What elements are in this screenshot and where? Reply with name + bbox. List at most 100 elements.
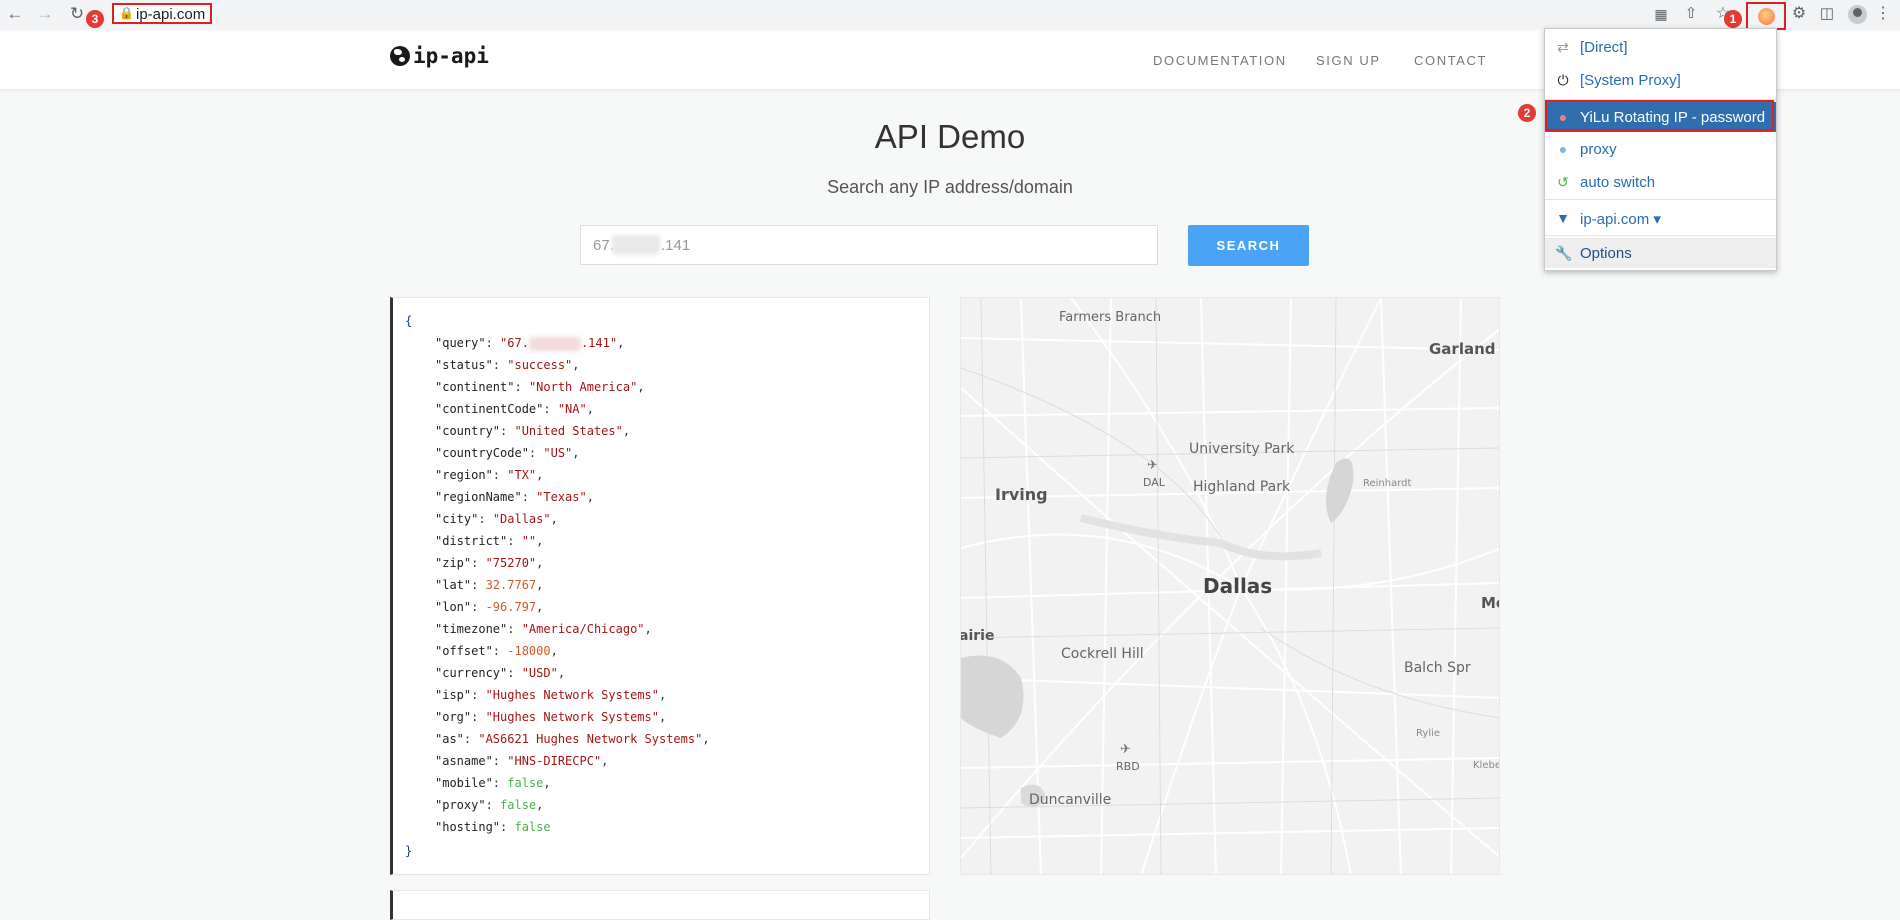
more-menu-icon[interactable]: ⋮: [1872, 3, 1894, 25]
proxy-switcher-popup: ⇄ [Direct] ⏻ [System Proxy] ● YiLu Rotat…: [1544, 28, 1777, 271]
menu-item-site-rule[interactable]: ▼ ip-api.com ▾: [1545, 203, 1776, 233]
logo-text: ip-api: [413, 44, 489, 68]
json-key: "regionName": [435, 490, 522, 504]
json-row: "district": "",: [435, 534, 544, 548]
side-panel-icon[interactable]: ◫: [1816, 3, 1838, 25]
json-comma: ,: [536, 798, 544, 812]
map-label-dal: DAL: [1143, 476, 1165, 489]
share-icon[interactable]: ⇧: [1680, 3, 1702, 25]
json-row: "country": "United States",: [435, 424, 631, 438]
query-suffix: .141": [580, 336, 618, 350]
json-key: "org": [435, 710, 472, 724]
json-value: "America/Chicago": [521, 622, 645, 636]
json-row: "org": "Hughes Network Systems",: [435, 710, 667, 724]
json-key: "hosting": [435, 820, 501, 834]
json-row: "continent": "North America",: [435, 380, 645, 394]
nav-documentation[interactable]: DOCUMENTATION: [1153, 53, 1287, 68]
map-label-balch-springs: Balch Spr: [1404, 660, 1471, 676]
map-label-farmers-branch: Farmers Branch: [1059, 310, 1162, 325]
menu-label-options: Options: [1580, 245, 1632, 262]
airport-icon: ✈: [1120, 742, 1131, 757]
menu-label-proxy: proxy: [1580, 141, 1617, 158]
ip-search-input[interactable]: 67. .141: [580, 225, 1158, 265]
json-row: "currency": "USD",: [435, 666, 566, 680]
search-value-end: .141: [661, 237, 691, 254]
json-row: "proxy": false,: [435, 798, 544, 812]
map-label-rylie: Rylie: [1416, 728, 1441, 739]
json-key: "lat": [435, 578, 472, 592]
json-comma: ,: [601, 754, 609, 768]
extensions-puzzle-icon[interactable]: ⚙: [1788, 3, 1810, 25]
menu-divider: [1545, 99, 1776, 100]
location-map[interactable]: Farmers Branch Garland University Park I…: [960, 297, 1500, 875]
map-label-highland-park: Highland Park: [1193, 479, 1291, 495]
json-comma: ,: [536, 556, 544, 570]
globe-logo-icon: [390, 46, 410, 66]
annotation-badge-1: 1: [1724, 10, 1742, 28]
json-value: 32.7767: [485, 578, 537, 592]
map-label-garland: Garland: [1429, 340, 1496, 358]
json-comma: ,: [702, 732, 710, 746]
browser-toolbar: ← → ↻ 3 🔒 ip-api.com ▦ ⇧ ☆ 1 ⚙ ◫ ⋮: [0, 0, 1900, 30]
map-label-cockrell-hill: Cockrell Hill: [1061, 646, 1144, 662]
redacted-ip-block: [528, 336, 581, 351]
menu-item-options[interactable]: 🔧 Options: [1545, 238, 1776, 268]
translate-icon[interactable]: ▦: [1650, 3, 1672, 25]
json-value: "Dallas": [492, 512, 551, 526]
json-value: "": [521, 534, 537, 548]
menu-item-auto-switch[interactable]: ↺ auto switch: [1545, 167, 1776, 197]
json-comma: ,: [658, 688, 667, 702]
json-row-query: "query": "67. .141",: [435, 336, 625, 351]
wrench-icon: 🔧: [1555, 245, 1573, 261]
address-bar[interactable]: 🔒 ip-api.com: [112, 3, 212, 24]
json-key: "proxy": [435, 798, 486, 812]
search-value-start: 67.: [593, 237, 614, 254]
menu-label-direct: [Direct]: [1580, 39, 1628, 56]
menu-label-system-proxy: [System Proxy]: [1580, 72, 1681, 89]
menu-item-system-proxy[interactable]: ⏻ [System Proxy]: [1545, 65, 1776, 95]
back-icon[interactable]: ←: [4, 3, 26, 25]
json-comma: ,: [586, 490, 594, 504]
json-value: -18000: [507, 644, 551, 658]
json-row: "regionName": "Texas",: [435, 490, 594, 504]
json-value: "AS6621 Hughes Network Systems": [478, 732, 703, 746]
json-key: "timezone": [435, 622, 508, 636]
site-logo[interactable]: ip-api: [390, 44, 489, 68]
search-button[interactable]: SEARCH: [1188, 225, 1309, 266]
map-label-kleberg: Klebe: [1473, 760, 1500, 771]
nav-contact[interactable]: CONTACT: [1414, 53, 1487, 68]
json-comma: ,: [572, 358, 580, 372]
json-comma: ,: [550, 644, 558, 658]
reload-icon[interactable]: ↻: [66, 3, 88, 25]
forward-icon[interactable]: →: [34, 3, 56, 25]
map-label-university-park: University Park: [1189, 441, 1295, 457]
json-key: "mobile": [435, 776, 493, 790]
nav-sign-up[interactable]: SIGN UP: [1316, 53, 1381, 68]
json-value: "USD": [521, 666, 558, 680]
json-row: "lon": -96.797,: [435, 600, 544, 614]
map-label-rbd: RBD: [1116, 760, 1140, 773]
json-value: "Texas": [536, 490, 587, 504]
json-comma: ,: [543, 776, 551, 790]
map-label-duncanville: Duncanville: [1029, 792, 1112, 808]
profile-avatar[interactable]: [1848, 5, 1867, 24]
json-key: "as": [435, 732, 464, 746]
proxy-extension-button[interactable]: [1746, 2, 1786, 30]
json-key: "continentCode": [435, 402, 544, 416]
json-value: "Hughes Network Systems": [485, 710, 659, 724]
json-comma: ,: [536, 578, 544, 592]
menu-item-proxy[interactable]: ● proxy: [1545, 134, 1776, 164]
retweet-icon: ↺: [1557, 174, 1569, 190]
json-row: "continentCode": "NA",: [435, 402, 594, 416]
redacted-ip-block: [612, 235, 660, 255]
json-close-brace: }: [405, 844, 413, 858]
globe-icon: ●: [1558, 109, 1568, 125]
json-row: "countryCode": "US",: [435, 446, 580, 460]
menu-item-direct[interactable]: ⇄ [Direct]: [1545, 32, 1776, 62]
json-key: "status": [435, 358, 493, 372]
query-prefix: "67.: [500, 336, 529, 350]
menu-item-yilu-rotating-ip[interactable]: ● YiLu Rotating IP - password: [1545, 102, 1776, 132]
menu-label-yilu-rotating-ip: YiLu Rotating IP - password: [1580, 109, 1766, 126]
json-value: -96.797: [485, 600, 537, 614]
json-row: "hosting": false: [435, 820, 551, 834]
